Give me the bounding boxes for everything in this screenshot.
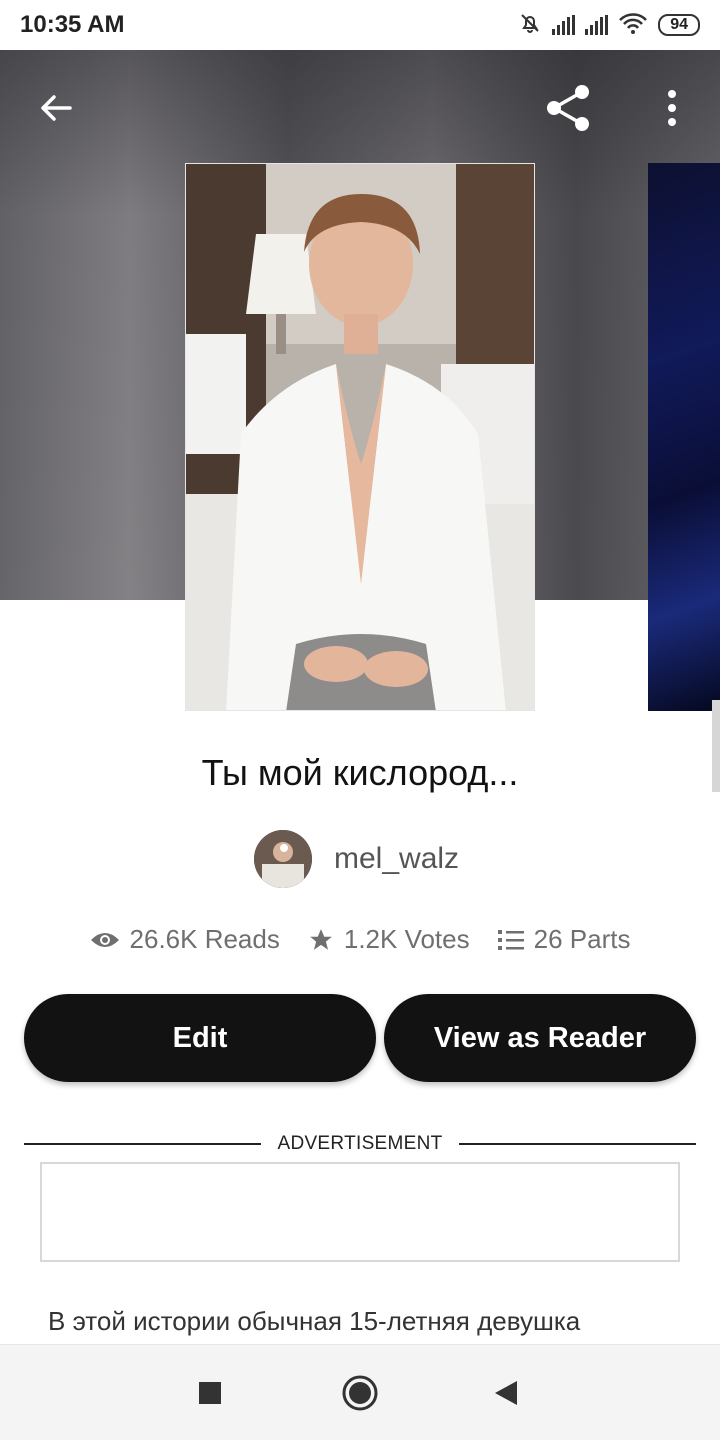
- edit-button[interactable]: Edit: [24, 994, 376, 1082]
- circle-icon: [342, 1375, 378, 1411]
- divider: [24, 1143, 262, 1145]
- story-description: В этой истории обычная 15-летняя девушка: [48, 1306, 581, 1336]
- signal-icon: [585, 15, 609, 35]
- triangle-back-icon: [495, 1381, 517, 1405]
- arrow-left-icon: [41, 95, 72, 121]
- votes-count: 1.2K Votes: [343, 924, 470, 954]
- muted-bell-icon: [518, 11, 542, 40]
- advertisement-slot[interactable]: [40, 1162, 680, 1262]
- advertisement-label: ADVERTISEMENT: [277, 1133, 443, 1154]
- avatar: [254, 830, 312, 888]
- cover-photo: [186, 164, 534, 710]
- share-button[interactable]: [538, 78, 598, 138]
- recents-button[interactable]: [186, 1369, 234, 1417]
- author-name: mel_walz: [334, 842, 460, 875]
- list-icon: [497, 929, 524, 950]
- share-icon: [547, 85, 589, 131]
- votes-stat: 1.2K Votes: [308, 924, 470, 955]
- reads-stat: 26.6K Reads: [90, 924, 280, 955]
- signal-icon: [552, 15, 576, 35]
- more-vertical-icon: [668, 90, 676, 126]
- author-link[interactable]: mel_walz: [254, 830, 459, 888]
- wifi-icon: [618, 12, 648, 39]
- advertisement-header: ADVERTISEMENT: [24, 1132, 697, 1156]
- reads-count: 26.6K Reads: [129, 924, 280, 954]
- parts-stat: 26 Parts: [497, 924, 631, 955]
- home-button[interactable]: [336, 1369, 384, 1417]
- status-icons: 94: [518, 11, 700, 40]
- battery-icon: 94: [658, 14, 700, 36]
- divider: [458, 1143, 697, 1145]
- star-icon: [310, 928, 332, 950]
- parts-count: 26 Parts: [533, 924, 631, 954]
- system-nav-bar: [0, 1344, 720, 1440]
- square-icon: [199, 1382, 221, 1404]
- status-bar: 10:35 AM 94: [0, 0, 720, 50]
- eye-icon: [90, 932, 119, 947]
- more-options-button[interactable]: [650, 82, 694, 134]
- story-cover-image[interactable]: [185, 163, 535, 711]
- next-story-cover[interactable]: [648, 163, 720, 711]
- view-as-reader-button[interactable]: View as Reader: [384, 994, 696, 1082]
- story-title: Ты мой кислород...: [201, 752, 519, 793]
- status-time: 10:35 AM: [20, 11, 125, 38]
- back-button[interactable]: [30, 82, 82, 134]
- back-nav-button[interactable]: [482, 1369, 530, 1417]
- story-stats: 26.6K Reads 1.2K Votes 26 Parts: [0, 924, 720, 955]
